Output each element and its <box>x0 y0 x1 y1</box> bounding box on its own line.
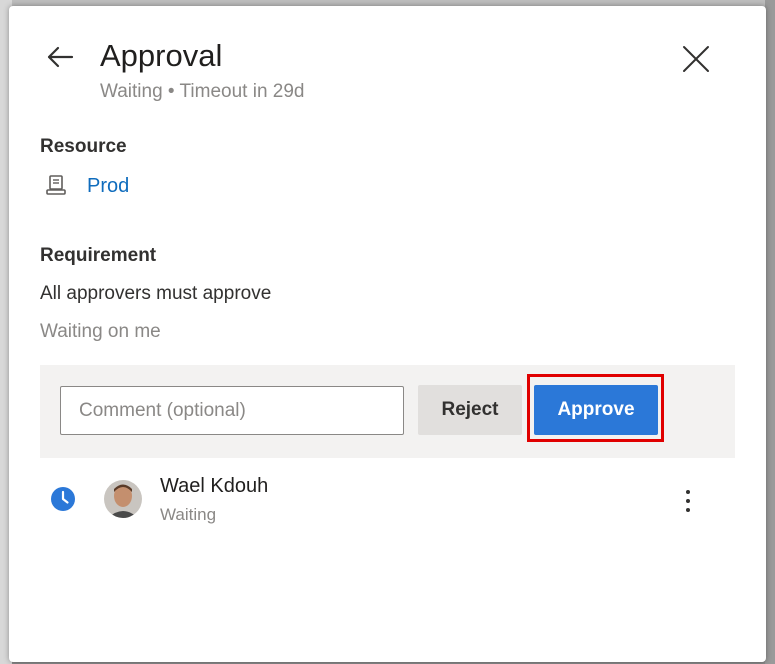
back-button[interactable] <box>45 42 75 72</box>
clock-icon <box>50 486 76 512</box>
more-options-button[interactable] <box>676 486 700 516</box>
approval-panel: Approval Waiting • Timeout in 29d Resour… <box>9 6 766 662</box>
avatar <box>104 480 142 518</box>
approver-name: Wael Kdouh <box>160 475 269 497</box>
approver-row: Wael Kdouh Waiting <box>40 468 735 532</box>
close-icon <box>683 46 709 72</box>
server-icon <box>45 174 67 196</box>
background-page-right <box>765 0 775 664</box>
panel-subtitle: Waiting • Timeout in 29d <box>100 81 305 102</box>
reject-button[interactable]: Reject <box>418 385 522 435</box>
requirement-label: Requirement <box>40 245 157 266</box>
requirement-text: All approvers must approve <box>40 283 272 304</box>
close-button[interactable] <box>679 42 713 76</box>
approver-status: Waiting <box>160 505 217 524</box>
resource-link-prod[interactable]: Prod <box>87 174 129 198</box>
arrow-left-icon <box>47 46 74 68</box>
approve-button[interactable]: Approve <box>534 385 658 435</box>
panel-title: Approval <box>100 38 223 73</box>
resource-label: Resource <box>40 136 127 157</box>
comment-input[interactable] <box>60 386 404 435</box>
waiting-on-text: Waiting on me <box>40 321 161 342</box>
more-vertical-icon <box>686 490 690 512</box>
approval-action-bar: Reject Approve <box>40 365 735 458</box>
